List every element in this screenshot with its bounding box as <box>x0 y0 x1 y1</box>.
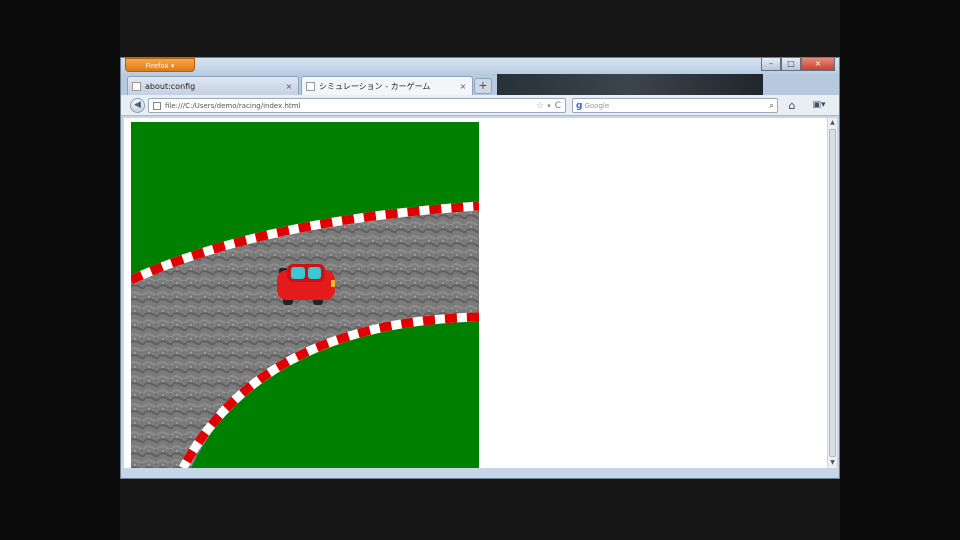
scroll-down-icon[interactable]: ▼ <box>828 458 837 468</box>
window-controls: – □ × <box>761 58 835 71</box>
panorama-icon[interactable]: ▣▾ <box>807 98 831 113</box>
tab-game[interactable]: シミュレーション - カーゲーム × <box>301 76 473 95</box>
minimize-button[interactable]: – <box>761 58 781 71</box>
video-bottom-bar <box>120 479 840 540</box>
app-menu-label: Firefox <box>145 62 169 70</box>
page-icon <box>132 81 141 91</box>
navigation-toolbar: ◀ file:///C:/Users/demo/racing/index.htm… <box>121 95 839 116</box>
search-input[interactable]: Google <box>584 102 769 110</box>
car-windshield <box>291 267 305 279</box>
page-icon <box>306 81 315 91</box>
car-window <box>308 267 321 279</box>
scrollbar-thumb[interactable] <box>829 129 836 457</box>
game-canvas[interactable] <box>131 122 479 468</box>
app-menu-button[interactable]: Firefox ▾ <box>125 58 195 72</box>
letterbox-right <box>840 0 960 540</box>
tab-close-icon[interactable]: × <box>458 82 468 91</box>
letterbox-left <box>0 0 120 540</box>
tab-close-icon[interactable]: × <box>284 82 294 91</box>
scroll-up-icon[interactable]: ▲ <box>828 118 837 128</box>
page-viewport <box>124 118 827 468</box>
tab-label: about:config <box>145 81 196 91</box>
tab-label: シミュレーション - カーゲーム <box>319 81 431 91</box>
search-icon[interactable]: ⌕ <box>769 101 774 111</box>
video-top-bar <box>120 0 840 57</box>
car-headlight <box>331 280 335 287</box>
search-bar[interactable]: g Google ⌕ <box>572 98 778 113</box>
titlebar: Firefox ▾ – □ × <box>121 58 839 74</box>
vertical-scrollbar[interactable]: ▲ ▼ <box>827 118 837 468</box>
google-logo-icon[interactable]: g <box>576 101 582 111</box>
close-button[interactable]: × <box>801 58 835 71</box>
new-tab-button[interactable]: + <box>474 78 492 94</box>
reload-icon[interactable]: C <box>555 101 561 111</box>
player-car <box>277 264 335 305</box>
site-identity-icon[interactable] <box>153 101 161 110</box>
tab-about-config[interactable]: about:config × <box>127 76 299 95</box>
back-arrow-icon[interactable]: ◀ <box>130 98 145 113</box>
tab-strip: about:config × シミュレーション - カーゲーム × + <box>121 74 839 111</box>
url-text[interactable]: file:///C:/Users/demo/racing/index.html <box>165 102 534 110</box>
browser-window: Firefox ▾ – □ × about:config × シミュレーション … <box>120 57 840 479</box>
url-dropdown-icon[interactable]: ▾ <box>547 102 551 110</box>
status-bar <box>121 468 839 478</box>
star-icon[interactable]: ☆ <box>536 101 544 111</box>
url-bar[interactable]: file:///C:/Users/demo/racing/index.html … <box>148 98 566 113</box>
maximize-button[interactable]: □ <box>781 58 801 71</box>
home-icon[interactable]: ⌂ <box>785 98 799 113</box>
